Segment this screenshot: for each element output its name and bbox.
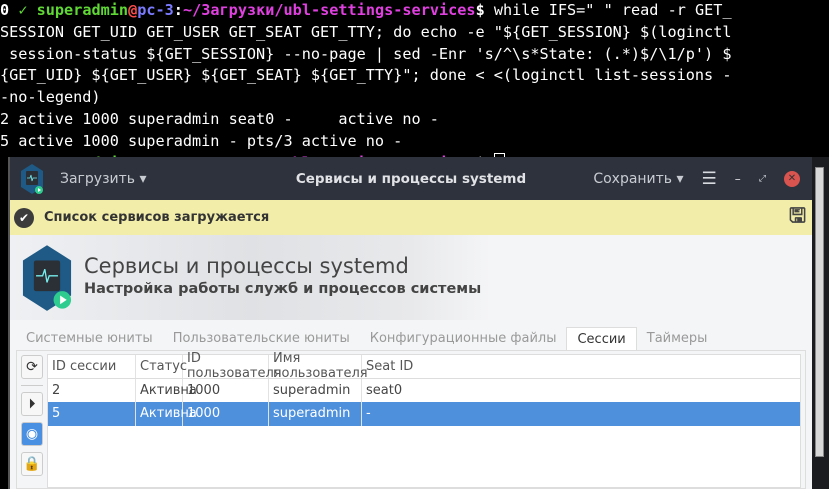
terminal-line: session-status ${GET_SESSION} --no-page … <box>0 44 732 63</box>
app-logo-icon <box>22 245 72 311</box>
sessions-table: ID сессии Статус ID пользователя Имя пол… <box>47 351 801 488</box>
cell: Активна <box>136 378 197 402</box>
divider <box>21 385 43 389</box>
play-button[interactable]: ⏵ <box>21 392 43 416</box>
cell: 1000 <box>183 378 269 402</box>
cell: 1000 <box>183 402 269 426</box>
scrollbar[interactable] <box>815 167 824 457</box>
tab-timers[interactable]: Таймеры <box>637 327 718 351</box>
minimize-button[interactable]: – <box>735 172 741 186</box>
col-user-name[interactable]: Имя пользователя <box>269 351 368 381</box>
lock-button[interactable]: 🔒 <box>21 452 43 476</box>
background-strip <box>812 157 829 489</box>
caret-down-icon: ▾ <box>135 170 147 187</box>
tab-user-units[interactable]: Пользовательские юниты <box>163 327 360 351</box>
terminal-line: {GET_UID} ${GET_USER} ${GET_SEAT} ${GET_… <box>0 66 732 85</box>
terminal-line: SESSION GET_UID GET_USER GET_SEAT GET_TT… <box>0 22 732 41</box>
table-header: ID сессии Статус ID пользователя Имя пол… <box>48 351 800 381</box>
app-window: Загрузить ▾ Сервисы и процессы systemd С… <box>8 157 812 489</box>
stop-button[interactable]: ◉ <box>21 422 43 446</box>
cell: superadmin <box>269 402 362 426</box>
cell: - <box>366 406 371 422</box>
terminal-line: -no-legend) <box>0 88 101 107</box>
banner-title: Сервисы и процессы systemd <box>84 254 409 278</box>
close-button[interactable]: ✕ <box>784 170 800 187</box>
terminal-output: 2 active 1000 superadmin seat0 - active … <box>0 109 439 128</box>
save-user-icon[interactable]: 🖫 <box>789 201 806 235</box>
caret-down-icon: ▾ <box>672 170 684 187</box>
terminal-output: 5 active 1000 superadmin - pts/3 active … <box>0 131 403 150</box>
cell: 2 <box>48 378 136 402</box>
toolbar: ⟳ ⏵ ◉ 🔒 <box>21 355 43 482</box>
hamburger-menu-icon[interactable]: ☰ <box>702 169 717 189</box>
col-session-id[interactable]: ID сессии <box>48 355 136 378</box>
terminal-line: 0 ✓ superadmin@pc-3:~/Загрузки/ubl-setti… <box>0 1 732 19</box>
app-icon <box>20 163 44 195</box>
titlebar: Загрузить ▾ Сервисы и процессы systemd С… <box>10 157 812 200</box>
tab-sessions[interactable]: Сессии <box>566 327 637 351</box>
col-status[interactable]: Статус <box>136 355 187 378</box>
cell: 5 <box>48 402 136 426</box>
notice-text: Список сервисов загружается <box>44 210 270 225</box>
table-row-selected[interactable]: 5 Активна 1000 superadmin - <box>48 402 800 426</box>
col-seat-id[interactable]: Seat ID <box>362 355 800 378</box>
banner-subtitle: Настройка работы служб и процессов систе… <box>84 281 482 297</box>
tab-config-files[interactable]: Конфигурационные файлы <box>360 327 567 351</box>
tab-bar: Системные юниты Пользовательские юниты К… <box>16 327 806 351</box>
cell: Активна <box>136 402 197 426</box>
tab-system-units[interactable]: Системные юниты <box>16 327 163 351</box>
load-menu-button[interactable]: Загрузить ▾ <box>60 171 147 187</box>
table-row[interactable]: 2 Активна 1000 superadmin seat0 <box>48 378 800 402</box>
cell: superadmin <box>269 378 362 402</box>
col-user-id[interactable]: ID пользователя <box>183 351 282 381</box>
check-circle-icon: ✔ <box>14 207 34 228</box>
sessions-panel: ⟳ ⏵ ◉ 🔒 ID сессии Статус ID пользователя… <box>16 350 806 489</box>
refresh-button[interactable]: ⟳ <box>21 355 43 379</box>
maximize-button[interactable]: ⤢ <box>759 174 766 184</box>
terminal[interactable]: 0 ✓ superadmin@pc-3:~/Загрузки/ubl-setti… <box>0 0 829 157</box>
header-banner: Сервисы и процессы systemd Настройка раб… <box>10 235 812 320</box>
status-notice: ✔ Список сервисов загружается 🖫 <box>10 200 812 235</box>
save-menu-button[interactable]: Сохранить ▾ <box>593 171 683 187</box>
cell: seat0 <box>366 382 403 398</box>
